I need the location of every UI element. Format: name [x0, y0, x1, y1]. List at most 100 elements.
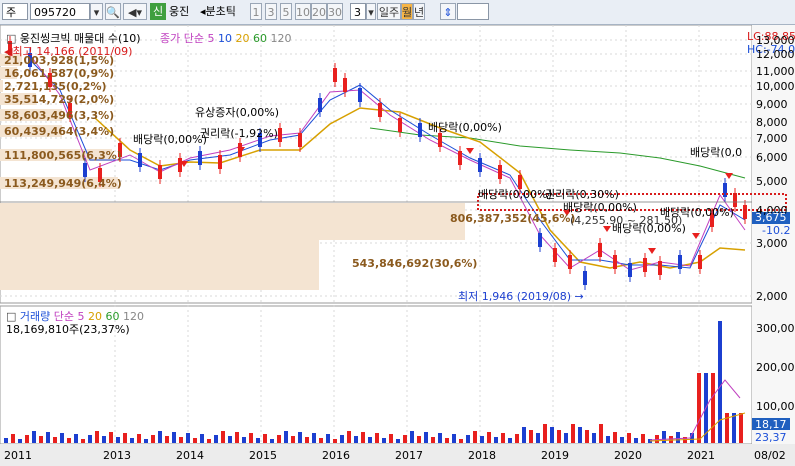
volume-bar — [508, 438, 512, 443]
current-price-value: 3,675 — [755, 211, 787, 224]
sound-icon[interactable]: ◀▾ — [123, 3, 147, 20]
candle-body — [598, 243, 602, 257]
candle-body — [333, 68, 337, 82]
ma20-legend: 20 — [235, 32, 250, 45]
candle-body — [478, 158, 482, 172]
chart-title-marker: □ — [6, 32, 20, 45]
candle-body — [343, 78, 347, 92]
volume-bar — [585, 430, 589, 443]
y-tick-label: 8,000 — [756, 116, 788, 129]
period-1[interactable]: 1 — [250, 3, 262, 20]
x-tick-label: 2014 — [176, 449, 204, 462]
right-arrow-icon: → — [571, 290, 584, 303]
volume-bar — [340, 435, 344, 443]
volume-bar — [102, 436, 106, 443]
search-icon[interactable]: 🔍 — [105, 3, 121, 20]
volume-bar — [270, 439, 274, 443]
volume-bar — [550, 427, 554, 443]
volume-bar — [109, 432, 113, 443]
date-input[interactable] — [457, 3, 489, 20]
period-30[interactable]: 30 — [327, 3, 343, 20]
volume-bar — [564, 433, 568, 443]
volume-bar — [396, 439, 400, 443]
volume-bar — [410, 431, 414, 443]
updown-icon[interactable]: ⇕ — [440, 3, 456, 20]
candle-body — [398, 118, 402, 132]
volume-bar — [718, 321, 722, 443]
year-button[interactable]: 년 — [413, 3, 425, 20]
volume-bar — [221, 431, 225, 443]
candle-body — [628, 263, 632, 277]
volume-profile-bar — [0, 80, 3, 92]
event-6: 배당락(0,00%) — [478, 188, 552, 201]
volume-profile-bar — [0, 240, 319, 290]
period-3[interactable]: 3 — [265, 3, 277, 20]
volume-bar — [627, 433, 631, 443]
volume-title-marker: □ — [6, 310, 20, 323]
volume-bar — [53, 437, 57, 443]
volume-bar — [641, 434, 645, 443]
volume-bar — [571, 424, 575, 443]
count-dropdown-icon[interactable]: ▾ — [366, 3, 376, 20]
low-label-text: 최저 1,946 (2019/08) — [458, 290, 572, 303]
ma10-legend: 10 — [217, 32, 232, 45]
volume-bar — [662, 431, 666, 443]
volume-bar — [172, 432, 176, 443]
volume-bar — [67, 438, 71, 443]
period-prefix[interactable]: ◂분초틱 — [200, 3, 248, 20]
volume-bar — [676, 432, 680, 443]
candle-body — [418, 123, 422, 137]
volume-bar — [74, 434, 78, 443]
period-20[interactable]: 20 — [311, 3, 327, 20]
volume-ma60-legend: 60 — [105, 310, 120, 323]
y-tick-label: 9,000 — [756, 98, 788, 111]
period-5[interactable]: 5 — [280, 3, 292, 20]
volume-profile-label: 35,514,729(2,0%) — [4, 93, 115, 106]
volume-bar — [249, 433, 253, 443]
volume-value: 18,169,810주(23,37%) — [6, 323, 130, 336]
volume-profile-label: 2,721,135(0,2%) — [4, 80, 107, 93]
volume-ma120-legend: 120 — [123, 310, 145, 323]
volume-bar — [326, 434, 330, 443]
stock-code-input[interactable]: 095720 — [30, 3, 90, 20]
ma120-legend: 120 — [270, 32, 292, 45]
volume-profile-label: 16,061,587(0,9%) — [4, 67, 115, 80]
volume-bar — [130, 438, 134, 443]
volume-title-text: 거래량 — [19, 310, 51, 323]
count-select[interactable]: 3 — [350, 3, 366, 20]
volume-bar — [452, 434, 456, 443]
volume-y-tick-2: 200,000 — [756, 361, 795, 374]
volume-bar — [431, 437, 435, 443]
volume-bar — [592, 433, 596, 443]
month-button[interactable]: 월 — [401, 3, 413, 20]
candle-body — [658, 261, 662, 275]
event-8: 배당락(0,00%) — [563, 201, 637, 214]
y-tick-label: 5,000 — [756, 175, 788, 188]
volume-bar — [193, 438, 197, 443]
volume-bar — [165, 436, 169, 443]
volume-bar — [4, 438, 8, 443]
volume-bar — [228, 436, 232, 443]
volume-bar — [732, 413, 736, 443]
y-tick-label: 2,000 — [756, 290, 788, 303]
volume-bar — [298, 432, 302, 443]
volume-profile-label: 111,800,565(6,3%) — [4, 149, 122, 162]
volume-bar — [480, 436, 484, 443]
event-7: 권리락(0,30%) — [545, 188, 619, 201]
toolbar: 주 095720 ▾ 🔍 ◀▾ 신 웅진 ◂분초틱 1 3 5 10 20 30… — [0, 0, 795, 25]
volume-bar — [25, 435, 29, 443]
day-week-button[interactable]: 일주 — [377, 3, 401, 20]
dropdown-icon[interactable]: ▾ — [90, 3, 103, 20]
period-10[interactable]: 10 — [295, 3, 311, 20]
volume-bar — [235, 432, 239, 443]
volume-profile-label: 543,846,692(30,6%) — [352, 257, 478, 270]
volume-profile-label: 58,603,496(3,3%) — [4, 109, 115, 122]
ma60-legend: 60 — [252, 32, 267, 45]
candle-body — [198, 151, 202, 165]
volume-bar — [60, 433, 64, 443]
market-select[interactable]: 주 — [2, 3, 28, 20]
event-5: 배당락(0,0 — [690, 146, 743, 159]
volume-bar — [207, 439, 211, 443]
volume-bar — [529, 430, 533, 443]
candle-body — [178, 158, 182, 172]
